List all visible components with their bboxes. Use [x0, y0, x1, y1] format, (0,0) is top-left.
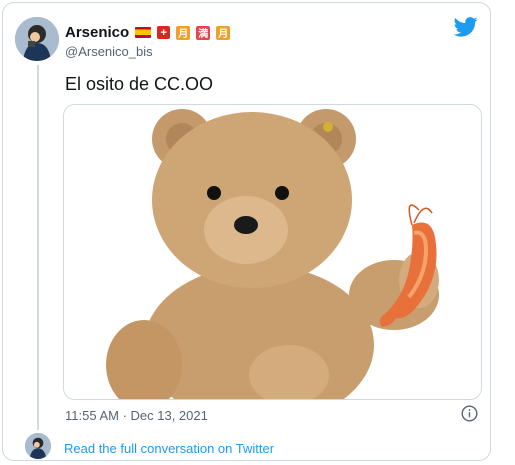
- tweet-text: El osito de CC.OO: [65, 74, 214, 94]
- avatar[interactable]: [15, 17, 59, 61]
- kanji-badge-1: 月: [176, 25, 191, 40]
- tweet-media-teddy-bear-image[interactable]: [63, 104, 482, 400]
- author-name-row: Arsenico + 月 満 月: [65, 24, 231, 41]
- info-icon[interactable]: [461, 405, 478, 422]
- read-conversation-link[interactable]: Read the full conversation on Twitter: [64, 441, 274, 456]
- twitter-bird-icon[interactable]: [454, 17, 478, 37]
- user-handle[interactable]: @Arsenico_bis: [65, 44, 153, 59]
- tweet-timestamp[interactable]: 11:55 AM · Dec 13, 2021: [65, 408, 208, 423]
- swiss-cross-icon: +: [157, 26, 171, 39]
- kanji-badge-3: 月: [216, 25, 231, 40]
- tweet-card: Arsenico + 月 満 月 @Arsenico_bis El osito …: [2, 2, 491, 461]
- display-name[interactable]: Arsenico: [65, 24, 129, 41]
- thread-line: [37, 65, 39, 430]
- avatar-small[interactable]: [25, 433, 51, 459]
- spain-flag-icon: [135, 27, 152, 38]
- kanji-badge-2: 満: [196, 25, 211, 40]
